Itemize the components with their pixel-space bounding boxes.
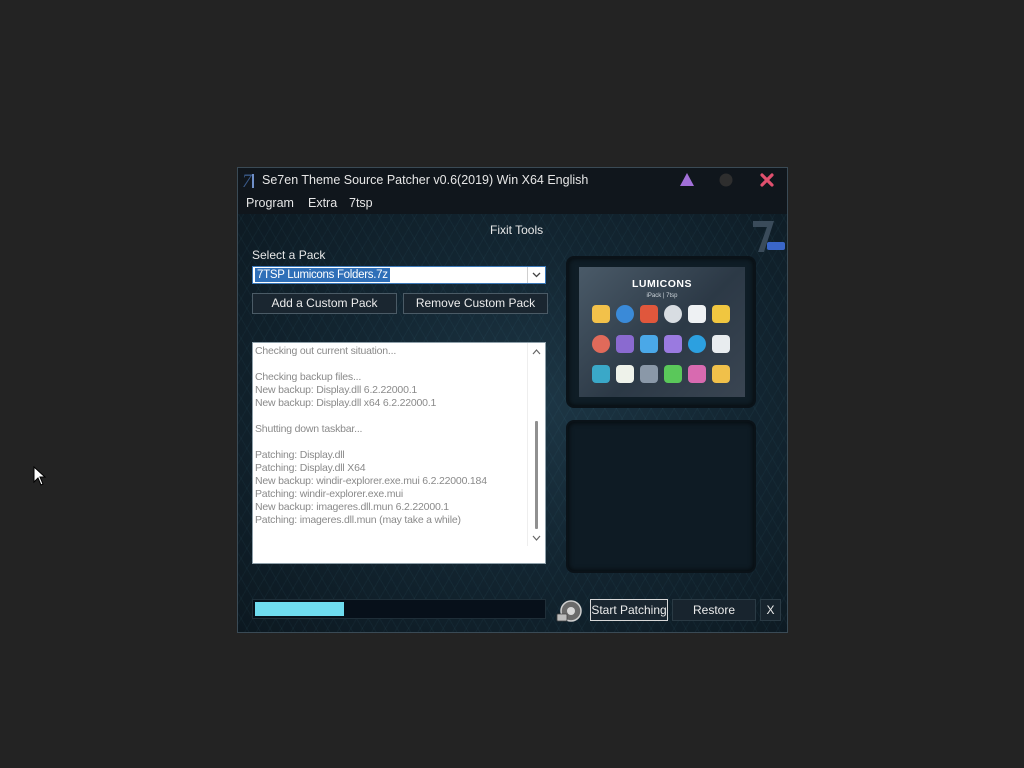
pack-preview-frame: LUMICONS iPack | 7tsp [566, 256, 756, 408]
log-scrollbar[interactable] [527, 343, 545, 547]
log-line: Shutting down taskbar... [255, 423, 363, 435]
keyboard-icon [640, 365, 658, 383]
shield-icon [712, 305, 730, 323]
close-icon[interactable] [759, 172, 775, 188]
mouse-cursor-icon [33, 466, 47, 486]
log-line: Patching: Display.dll X64 [255, 462, 366, 474]
main-panel: Fixit Tools Select a Pack 7TSP Lumicons … [238, 214, 787, 632]
fixit-tools-link[interactable]: Fixit Tools [490, 223, 543, 237]
user-icon [592, 335, 610, 353]
progress-fill [255, 602, 344, 616]
title-bar[interactable]: 7 Se7en Theme Source Patcher v0.6(2019) … [238, 168, 787, 192]
log-bottom-strip [253, 546, 545, 563]
list-icon [712, 335, 730, 353]
svg-text:7: 7 [242, 171, 253, 190]
pack-select[interactable]: 7TSP Lumicons Folders.7z [252, 266, 546, 284]
log-output[interactable]: Checking out current situation... Checki… [252, 342, 546, 564]
scroll-up-icon[interactable] [532, 349, 541, 355]
menu-extra[interactable]: Extra [308, 196, 337, 210]
dropdown-arrow[interactable] [527, 267, 545, 283]
help-icon [688, 335, 706, 353]
log-line: Checking backup files... [255, 371, 362, 383]
patcher-window: 7 Se7en Theme Source Patcher v0.6(2019) … [237, 167, 788, 633]
window-title: Se7en Theme Source Patcher v0.6(2019) Wi… [262, 173, 589, 187]
log-line: Patching: Display.dll [255, 449, 345, 461]
globe-icon [616, 305, 634, 323]
music-icon [640, 335, 658, 353]
log-lines: Checking out current situation... Checki… [255, 345, 525, 545]
preview-title: LUMICONS [632, 278, 692, 290]
log-line: Patching: imageres.dll.mun (may take a w… [255, 514, 461, 526]
restore-button[interactable]: Restore [672, 599, 756, 621]
secondary-preview-frame [566, 420, 756, 573]
menu-program[interactable]: Program [246, 196, 294, 210]
scroll-down-icon[interactable] [532, 535, 541, 541]
recycle-bin-icon [688, 305, 706, 323]
menu-7tsp[interactable]: 7tsp [349, 196, 373, 210]
add-custom-pack-button[interactable]: Add a Custom Pack [252, 293, 397, 314]
tools-icon [640, 305, 658, 323]
menu-bar: Program Extra 7tsp [238, 192, 787, 214]
close-patcher-button[interactable]: X [760, 599, 781, 621]
log-line: New backup: windir-explorer.exe.mui 6.2.… [255, 475, 487, 487]
select-pack-label: Select a Pack [252, 248, 326, 262]
help-triangle-icon[interactable] [679, 172, 695, 188]
pack-preview-image: LUMICONS iPack | 7tsp [579, 267, 745, 397]
patch-progress-bar [252, 599, 546, 619]
log-line: New backup: imageres.dll.mun 6.2.22000.1 [255, 501, 449, 513]
folder-icon [592, 305, 610, 323]
star-icon [664, 335, 682, 353]
disc-icon [664, 305, 682, 323]
preview-subtitle: iPack | 7tsp [646, 293, 678, 299]
contact-icon [616, 365, 634, 383]
remove-custom-pack-button[interactable]: Remove Custom Pack [403, 293, 548, 314]
log-line: Checking out current situation... [255, 345, 397, 357]
open-folder-icon [712, 365, 730, 383]
log-line: Patching: windir-explorer.exe.mui [255, 488, 404, 500]
log-line: New backup: Display.dll x64 6.2.22000.1 [255, 397, 437, 409]
pack-select-value: 7TSP Lumicons Folders.7z [255, 268, 390, 282]
log-line: New backup: Display.dll 6.2.22000.1 [255, 384, 418, 396]
download-icon [664, 365, 682, 383]
monitor-icon [592, 365, 610, 383]
start-patching-button[interactable]: Start Patching [590, 599, 668, 621]
paint-icon [688, 365, 706, 383]
disk-drive-icon[interactable] [555, 599, 583, 623]
chevron-down-icon [532, 272, 541, 278]
scrollbar-thumb[interactable] [535, 421, 538, 529]
7tsp-brand-logo-icon [753, 221, 785, 252]
photo-icon [616, 335, 634, 353]
7tsp-logo-icon: 7 [242, 171, 254, 190]
minimize-icon[interactable] [718, 172, 734, 188]
